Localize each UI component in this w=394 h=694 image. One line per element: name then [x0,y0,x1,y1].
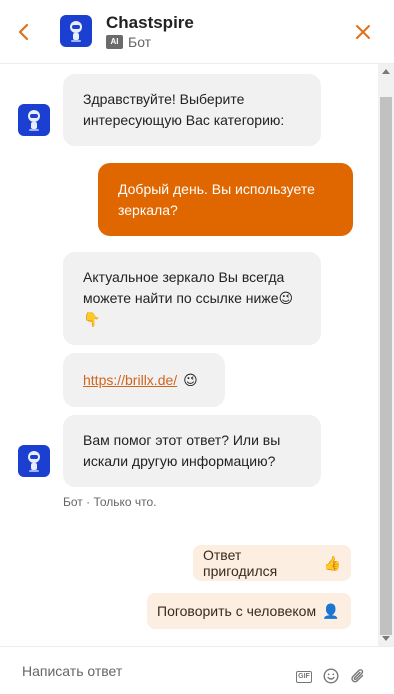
message-emoji: 😉 [183,371,198,388]
bot-avatar [60,15,92,47]
message-text: Здравствуйте! Выберите интересующую Вас … [83,91,285,128]
back-button[interactable] [14,20,36,44]
message-text-wrap: Актуальное зеркало Вы всегда можете найт… [83,267,301,330]
bot-message: https://brillx.de/ 😉 [63,353,225,407]
chat-subtitle: Бот [128,34,152,50]
chat-header: Chastspire AI Бот [0,0,394,64]
scroll-thumb[interactable] [380,97,392,635]
bot-message: Актуальное зеркало Вы всегда можете найт… [63,252,321,345]
message-text: Вам помог этот ответ? Или вы искали друг… [83,432,281,469]
scroll-down-arrow-icon[interactable] [382,636,390,641]
chevron-left-icon [18,23,29,41]
bot-message: Вам помог этот ответ? Или вы искали друг… [63,415,321,487]
message-meta: Бот · Только что. [63,495,157,509]
quick-reply-label: Поговорить с человеком [157,603,317,619]
thumbs-up-icon: 👍 [323,554,341,571]
scroll-up-arrow-icon[interactable] [382,69,390,74]
robot-icon [70,21,82,42]
composer: GIF [0,646,394,694]
ai-badge: AI [106,35,123,49]
quick-reply-helpful[interactable]: Ответ пригодился 👍 [193,545,351,581]
quick-reply-human[interactable]: Поговорить с человеком 👤 [147,593,351,629]
chat-title: Chastspire [106,13,194,32]
message-text: Актуальное зеркало Вы всегда можете найт… [83,269,285,306]
close-button[interactable] [352,20,374,44]
robot-icon [28,451,40,472]
paperclip-icon[interactable] [350,667,366,685]
smiley-icon[interactable] [323,668,339,684]
mirror-link[interactable]: https://brillx.de/ [83,370,177,391]
message-list[interactable]: Здравствуйте! Выберите интересующую Вас … [0,64,378,646]
robot-icon [28,110,40,131]
user-message: Добрый день. Вы используете зеркала? [98,163,353,236]
gif-icon[interactable]: GIF [296,671,312,683]
message-input[interactable] [22,661,272,681]
close-icon [356,25,370,39]
message-text: Добрый день. Вы используете зеркала? [118,180,315,218]
bot-message: Здравствуйте! Выберите интересующую Вас … [63,74,321,146]
message-avatar [18,445,50,477]
message-avatar [18,104,50,136]
person-icon: 👤 [322,602,340,619]
scrollbar[interactable] [378,64,394,646]
quick-reply-label: Ответ пригодился [203,547,278,579]
